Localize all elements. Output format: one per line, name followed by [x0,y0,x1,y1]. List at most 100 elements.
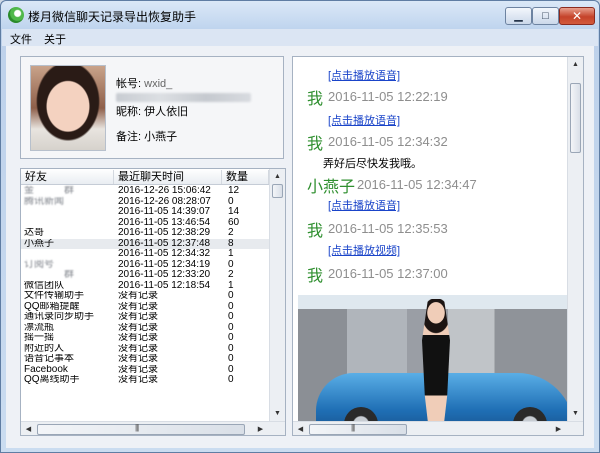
scroll-up-arrow-icon[interactable]: ▲ [568,57,583,71]
message-count: 0 [228,196,234,207]
chat-vertical-scrollbar[interactable]: ▲ ▼ [567,57,583,421]
last-chat-time: 没有记录 [118,333,158,343]
table-row[interactable]: 订阅号 2016-11-05 12:34:19 0 [21,260,269,271]
table-row[interactable]: 微信团队 2016-11-05 12:18:54 1 [21,281,269,292]
table-row[interactable]: 文件传输助手 没有记录 0 [21,291,269,302]
close-icon: ✕ [571,9,583,23]
friend-name: Facebook [24,364,68,375]
last-chat-time: 没有记录 [118,343,158,354]
last-chat-time: 2016-11-05 12:38:29 [118,228,211,238]
nickname-value: 伊人依旧 [144,106,189,118]
play-voice-link[interactable]: [点击播放语音] [328,197,400,213]
scroll-right-arrow-icon[interactable]: ▶ [253,422,268,435]
table-row[interactable]: 2016-11-05 13:46:54 60 [21,218,269,229]
friend-name: 语音记事本 [24,354,74,364]
scroll-left-arrow-icon[interactable]: ◀ [21,422,36,435]
scroll-down-arrow-icon[interactable]: ▼ [568,406,583,420]
last-chat-time: 2016-11-05 13:46:54 [118,217,211,228]
message-sender: 我 [307,268,324,285]
table-row[interactable]: 2016-11-05 14:39:07 14 [21,207,269,218]
friends-vertical-scrollbar[interactable]: ▲ ▼ [269,169,285,421]
column-header-count[interactable]: 数量 [222,170,269,184]
last-chat-time: 2016-11-05 12:18:54 [118,280,211,291]
friends-table: 好友 最近聊天时间 数量 金 群 2016-12-26 15:06:42 12 腾讯新… [20,168,286,436]
table-row[interactable]: Facebook 没有记录 0 [21,365,269,376]
table-row[interactable]: 语音记事本 没有记录 0 [21,354,269,365]
table-row[interactable]: 漂流瓶 没有记录 0 [21,323,269,334]
table-row[interactable]: 附近的人 没有记录 0 [21,344,269,355]
remark-row: 备注: 小燕子 [116,128,177,144]
message-count: 0 [228,322,234,333]
message-sender: 我 [307,223,324,240]
last-chat-time: 没有记录 [118,301,158,312]
app-window: 楼月微信聊天记录导出恢复助手 ▁ □ ✕ 文件 关于 帐号: wxid_ 昵称:… [0,0,600,453]
remark-value: 小燕子 [144,131,178,143]
table-row[interactable]: QQ邮箱提醒 没有记录 0 [21,302,269,313]
message-time: 2016-11-05 12:37:00 [328,266,448,281]
column-header-friend[interactable]: 好友 [21,170,114,184]
message-count: 0 [228,259,234,270]
table-row[interactable]: 小燕子 2016-11-05 12:37:48 8 [21,238,269,249]
nickname-row: 昵称: 伊人依旧 [116,103,188,119]
message-count: 0 [228,364,234,375]
menu-about[interactable]: 关于 [44,31,66,47]
scroll-thumb[interactable] [272,184,283,198]
chat-horizontal-scrollbar[interactable]: ◀ ||| ▶ [293,421,583,435]
app-logo-icon [8,7,24,23]
message-time: 2016-11-05 12:34:32 [328,134,448,149]
scroll-right-arrow-icon[interactable]: ▶ [551,422,566,435]
last-chat-time: 没有记录 [118,291,158,301]
friend-name: 通讯录同步助手 [24,312,94,322]
table-row[interactable]: 腾讯新闻 2016-12-26 08:28:07 0 [21,197,269,208]
friend-name: 小燕子 [24,238,54,249]
message-count: 1 [228,280,234,291]
last-chat-time: 没有记录 [118,312,158,322]
message-count: 12 [228,186,240,196]
column-header-last-chat[interactable]: 最近聊天时间 [114,170,222,184]
scroll-up-arrow-icon[interactable]: ▲ [270,169,285,183]
maximize-button[interactable]: □ [532,7,559,25]
message-count: 0 [228,343,234,354]
play-voice-link[interactable]: [点击播放语音] [328,67,400,83]
friend-name [24,249,114,260]
chat-image[interactable] [298,295,571,435]
last-chat-time: 2016-11-05 12:34:19 [118,259,211,270]
scroll-left-arrow-icon[interactable]: ◀ [293,422,308,435]
menu-file[interactable]: 文件 [10,31,32,47]
friends-horizontal-scrollbar[interactable]: ◀ ||| ▶ [21,421,285,435]
close-button[interactable]: ✕ [559,7,595,25]
last-chat-time: 2016-11-05 12:37:48 [118,238,211,249]
account-label: 帐号: [116,78,142,90]
message-count: 1 [228,249,234,259]
message-time: 2016-11-05 12:35:53 [328,221,448,236]
grip-icon: ||| [351,423,355,432]
friend-name: 达哥 [24,228,44,238]
table-row[interactable]: 金 群 2016-12-26 15:06:42 12 [21,186,269,197]
account-value: wxid_ [144,78,173,90]
message-count: 2 [228,270,234,280]
title-bar[interactable]: 楼月微信聊天记录导出恢复助手 ▁ □ ✕ [1,1,599,29]
minimize-button[interactable]: ▁ [505,7,532,25]
friend-name: 微信团队 [24,280,64,291]
scroll-thumb[interactable] [309,424,407,435]
scroll-thumb[interactable] [570,83,581,153]
minimize-icon: ▁ [514,9,523,22]
table-row[interactable]: 达哥 2016-11-05 12:38:29 2 [21,228,269,239]
scroll-down-arrow-icon[interactable]: ▼ [270,406,285,420]
friend-name: 附近的人 [24,343,64,354]
friend-name: 漂流瓶 [24,322,54,333]
table-row[interactable]: QQ离线助手 没有记录 0 [21,375,269,386]
message-sender: 我 [307,91,324,108]
last-chat-time: 2016-11-05 12:34:32 [118,249,211,259]
maximize-icon: □ [542,9,549,22]
menu-bar: 文件 关于 [2,29,598,46]
table-row[interactable]: 2016-11-05 12:34:32 1 [21,249,269,260]
avatar [30,65,106,151]
table-row[interactable]: 通讯录同步助手 没有记录 0 [21,312,269,323]
table-row[interactable]: 摇一摇 没有记录 0 [21,333,269,344]
friend-name: 摇一摇 [24,333,54,343]
play-video-link[interactable]: [点击播放视频] [328,242,400,258]
table-row[interactable]: 群 2016-11-05 12:33:20 2 [21,270,269,281]
play-voice-link[interactable]: [点击播放语音] [328,112,400,128]
scroll-thumb[interactable] [37,424,245,435]
